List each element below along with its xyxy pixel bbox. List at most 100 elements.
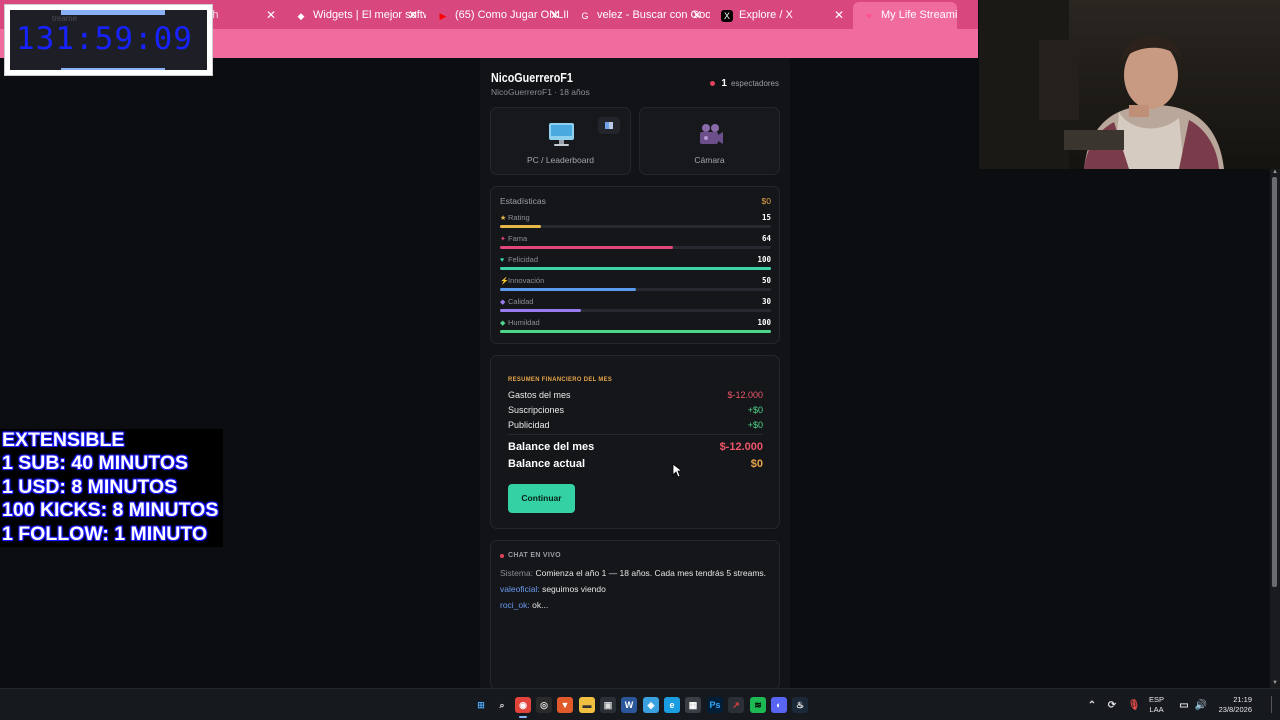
close-tab-icon[interactable]: ✕ [408,2,418,29]
viewers-count: 1 [721,78,727,89]
stat-name: ★ Rating [500,213,530,222]
windows-taskbar: ESP LAA 21:19 23/8/2026 ⊞ ⌕ ◉ ◎ ▼ ▬ ▣ W ◈ e ▦ Ps ↗ ≋ ◐… [0,688,1280,720]
edge-icon[interactable]: e [664,697,680,713]
stat-name: ◆ Calidad [500,297,533,306]
stat-label: Felicidad [508,255,539,264]
finance-row-value: +$0 [747,405,763,415]
finance-summary-panel: RESUMEN FINANCIERO DEL MES Gastos del me… [490,355,780,529]
language-indicator[interactable]: ESP LAA [1149,695,1164,715]
scroll-up-icon[interactable]: ▲ [1270,169,1280,177]
leaderboard-chip-icon[interactable] [598,117,620,134]
finance-row-expenses: Gastos del mes $-12.000 [508,390,763,400]
finance-row-label: Suscripciones [508,405,565,415]
timer-panel: treame 131:59:09 [10,10,207,70]
extensible-overlay: EXTENSIBLE 1 SUB: 40 MINUTOS 1 USD: 8 MI… [0,429,223,547]
game-page: NicoGuerreroF1 NicoGuerreroF1 · 18 años … [480,58,790,690]
chrome-icon[interactable]: ◉ [515,697,531,713]
app3-icon[interactable]: ↗ [728,697,744,713]
scene-label: Cámara [694,155,725,165]
explorer-icon[interactable]: ▬ [579,697,595,713]
computer-icon [549,123,574,146]
stat-row: ⚡Innovación 50 [500,276,771,297]
show-hidden-icons-icon[interactable]: ⌃ [1084,697,1100,713]
volume-icon[interactable]: 🔊 [1193,697,1209,713]
close-tab-icon[interactable]: ✕ [266,2,276,29]
stat-name: ◆ Humildad [500,318,540,327]
browser-tab[interactable]: X Explore / X ✕ [711,2,852,29]
browser-tab[interactable]: Gvelez - Buscar con Google✕ [569,2,710,29]
heart-icon: ♥ [866,11,872,21]
close-tab-icon[interactable]: ✕ [834,2,844,29]
stat-name: ✦ Fama [500,234,527,243]
app2-icon[interactable]: ◈ [643,697,659,713]
webcam-overlay [979,0,1280,169]
steam-icon[interactable]: ♨ [792,697,808,713]
scene-pc-leaderboard[interactable]: PC / Leaderboard [490,107,631,175]
calculator-icon[interactable]: ▦ [685,697,701,713]
chat-title: CHAT EN VIVO [500,552,561,559]
youtube-icon: ▶ [439,11,447,21]
stat-label: Innovación [508,276,545,285]
stat-bar-fill [500,267,771,270]
player-name: NicoGuerreroF1 [491,71,573,85]
discord-icon[interactable]: ◐ [771,697,787,713]
player-subtitle: NicoGuerreroF1 · 18 años [491,87,590,97]
chat-message: roci_ok: ok... [500,600,548,610]
app-icon[interactable]: ▣ [600,697,616,713]
webcam-image [979,0,1280,169]
start-icon[interactable]: ⊞ [473,697,489,713]
live-dot-icon [500,553,504,558]
chat-title-text: CHAT EN VIVO [508,552,561,559]
network-icon[interactable]: ▭ [1176,697,1192,713]
live-dot-icon [710,81,716,86]
timer-bar-bottom [61,68,165,70]
timer-overlay: treame 131:59:09 [4,4,213,76]
stat-value: 100 [757,318,771,327]
scrollbar-thumb[interactable] [1272,177,1277,587]
search-icon[interactable]: ⌕ [494,697,510,713]
scroll-down-icon[interactable]: ▼ [1270,680,1280,688]
chat-user: roci_ok: [500,600,530,610]
page-scrollbar[interactable]: ▲ ▼ [1270,169,1280,688]
balance-month-row: Balance del mes $-12.000 [508,441,763,453]
stat-bar-track [500,309,771,312]
show-desktop-button[interactable] [1271,696,1277,713]
spotify-icon[interactable]: ≋ [750,697,766,713]
continue-button[interactable]: Continuar [508,484,575,513]
stat-row: ✦ Fama 64 [500,234,771,255]
stat-value: 100 [757,255,771,264]
chat-message: Sistema: Comienza el año 1 — 18 años. Ca… [500,568,766,578]
browser-tab[interactable]: ♥ My Life Streaming [853,2,957,29]
stat-value: 64 [761,234,771,243]
clock-time: 21:19 [1233,695,1252,704]
stat-bar-fill [500,309,582,312]
widget-icon: ◆ [297,11,305,21]
stat-value: 30 [761,297,771,306]
overlay-line-kicks: 100 KICKS: 8 MINUTOS [2,499,219,522]
close-tab-icon[interactable]: ✕ [692,2,702,29]
stat-bar-fill [500,288,636,291]
close-tab-icon[interactable]: ✕ [550,2,560,29]
stat-bar-fill [500,225,541,228]
x-icon: X [721,10,733,22]
stats-panel: Estadísticas $0 ★ Rating 15 ✦ Fama 64 ♥ Felicid… [490,186,780,344]
browser-tab[interactable]: ▶(65) Como Jugar ONLINE F✕ [427,2,568,29]
chat-user: Sistema: [500,568,534,578]
viewers-counter: 1 espectadores [710,78,779,89]
photoshop-icon[interactable]: Ps [707,697,723,713]
stat-bar-track [500,246,771,249]
brave-icon[interactable]: ▼ [557,697,573,713]
stat-bar-track [500,330,771,333]
stat-row: ♥ Felicidad 100 [500,255,771,276]
stat-label: Calidad [508,297,534,306]
microphone-icon[interactable]: 🎙 [1126,697,1142,713]
word-icon[interactable]: W [621,697,637,713]
obs-icon[interactable]: ◎ [536,697,552,713]
scene-camera[interactable]: Cámara [639,107,780,175]
system-clock[interactable]: 21:19 23/8/2026 [1212,695,1252,715]
browser-tab[interactable]: ◆Widgets | El mejor software✕ [285,2,426,29]
stat-label: Fama [508,234,528,243]
sync-icon[interactable]: ⟳ [1104,697,1120,713]
stat-bar-track [500,225,771,228]
active-app-indicator [519,716,527,718]
